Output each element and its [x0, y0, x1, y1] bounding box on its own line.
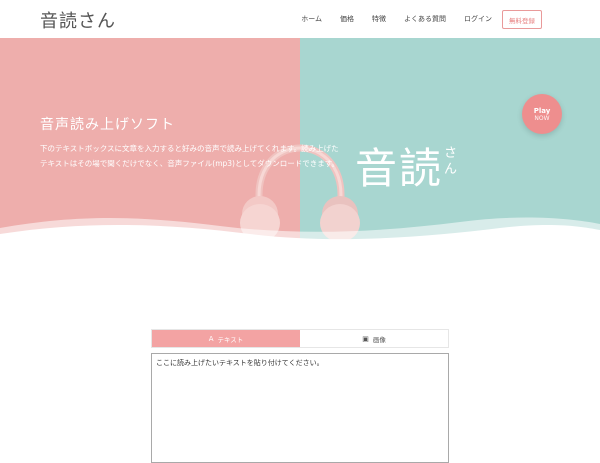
site-logo[interactable]: 音読さん [40, 7, 116, 33]
hero-section: 音声読み上げソフト 下のテキストボックスに文章を入力すると好みの音声で読み上げて… [0, 38, 600, 250]
nav-features[interactable]: 特徴 [372, 14, 386, 24]
text-input-area[interactable]: ここに読み上げたいテキストを貼り付けてください。 [151, 353, 449, 463]
nav-faq[interactable]: よくある質問 [404, 14, 446, 24]
tab-image[interactable]: ▣ 画像 [300, 330, 448, 347]
hero-brand-main: 音読 [355, 144, 444, 193]
tab-text[interactable]: A テキスト [152, 330, 300, 347]
nav-home[interactable]: ホーム [301, 14, 322, 24]
play-sub-label: NOW [534, 114, 550, 122]
hero-wave [0, 217, 600, 250]
top-navbar: 音読さん ホーム 価格 特徴 よくある質問 ログイン 無料登録 [0, 0, 600, 38]
text-icon: A [208, 334, 214, 343]
nav-login[interactable]: ログイン [464, 14, 492, 24]
input-mode-tabs: A テキスト ▣ 画像 [151, 329, 449, 348]
signup-button[interactable]: 無料登録 [502, 10, 542, 29]
play-now-button[interactable]: Play NOW [522, 94, 562, 134]
hero-description: 下のテキストボックスに文章を入力すると好みの音声で読み上げてくれます。読み上げた… [40, 144, 339, 168]
hero-title: 音声読み上げソフト [40, 117, 175, 133]
main-nav: ホーム 価格 特徴 よくある質問 ログイン [283, 0, 492, 38]
image-icon: ▣ [362, 334, 369, 343]
tab-text-label: テキスト [217, 335, 244, 344]
text-input-placeholder: ここに読み上げたいテキストを貼り付けてください。 [156, 359, 324, 367]
tab-image-label: 画像 [372, 335, 386, 344]
nav-price[interactable]: 価格 [340, 14, 354, 24]
play-label: Play [533, 106, 551, 115]
hero-brand-sub: さん [444, 146, 458, 177]
